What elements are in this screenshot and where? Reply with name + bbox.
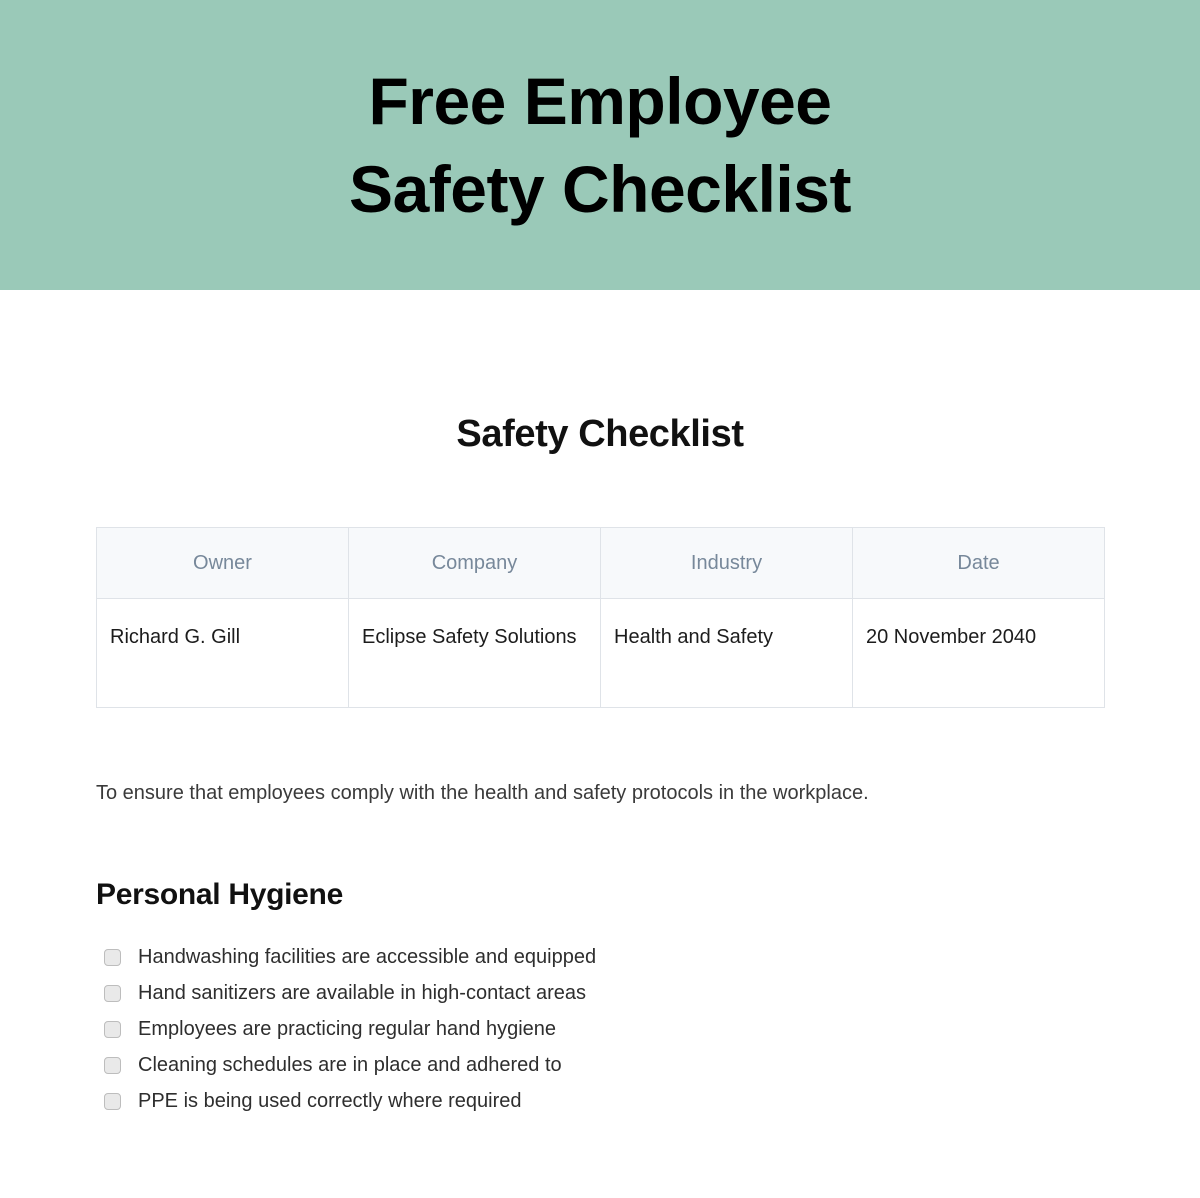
list-item[interactable]: PPE is being used correctly where requir… — [96, 1083, 1104, 1119]
list-item-label: Handwashing facilities are accessible an… — [138, 946, 597, 968]
info-table-body: Richard G. Gill Eclipse Safety Solutions… — [96, 598, 1105, 708]
table-header-row: Owner Company Industry Date — [96, 527, 1105, 599]
column-header-industry: Industry — [600, 527, 853, 599]
checkbox-icon[interactable] — [104, 984, 121, 1002]
checkbox-icon[interactable] — [104, 1020, 121, 1038]
cell-date: 20 November 2040 — [852, 598, 1105, 708]
list-item[interactable]: Employees are practicing regular hand hy… — [96, 1011, 1104, 1047]
section-heading-personal-hygiene: Personal Hygiene — [96, 878, 343, 911]
list-item-label: Hand sanitizers are available in high-co… — [138, 982, 587, 1004]
intro-paragraph: To ensure that employees comply with the… — [96, 782, 869, 804]
cell-industry: Health and Safety — [600, 598, 853, 708]
column-header-date: Date — [852, 527, 1105, 599]
page-banner: Free Employee Safety Checklist — [0, 0, 1200, 290]
column-header-owner: Owner — [96, 527, 349, 599]
page-title: Safety Checklist — [456, 413, 744, 455]
checklist-personal-hygiene: Handwashing facilities are accessible an… — [96, 913, 1104, 1119]
checkbox-icon[interactable] — [104, 1092, 121, 1110]
info-table: Owner Company Industry Date Richard G. G… — [96, 527, 1105, 708]
list-item-label: Employees are practicing regular hand hy… — [138, 1018, 557, 1040]
document-body: Safety Checklist Owner Company Industry … — [0, 290, 1200, 1119]
column-header-company: Company — [348, 527, 601, 599]
info-table-head: Owner Company Industry Date — [96, 527, 1105, 599]
cell-owner: Richard G. Gill — [96, 598, 349, 708]
checkbox-icon[interactable] — [104, 948, 121, 966]
banner-title: Free Employee Safety Checklist — [349, 64, 851, 226]
checkbox-icon[interactable] — [104, 1056, 121, 1074]
list-item-label: PPE is being used correctly where requir… — [138, 1090, 522, 1112]
list-item[interactable]: Hand sanitizers are available in high-co… — [96, 975, 1104, 1011]
table-row: Richard G. Gill Eclipse Safety Solutions… — [96, 598, 1105, 708]
list-item[interactable]: Cleaning schedules are in place and adhe… — [96, 1047, 1104, 1083]
list-item-label: Cleaning schedules are in place and adhe… — [138, 1054, 562, 1076]
list-item[interactable]: Handwashing facilities are accessible an… — [96, 939, 1104, 975]
cell-company: Eclipse Safety Solutions — [348, 598, 601, 708]
